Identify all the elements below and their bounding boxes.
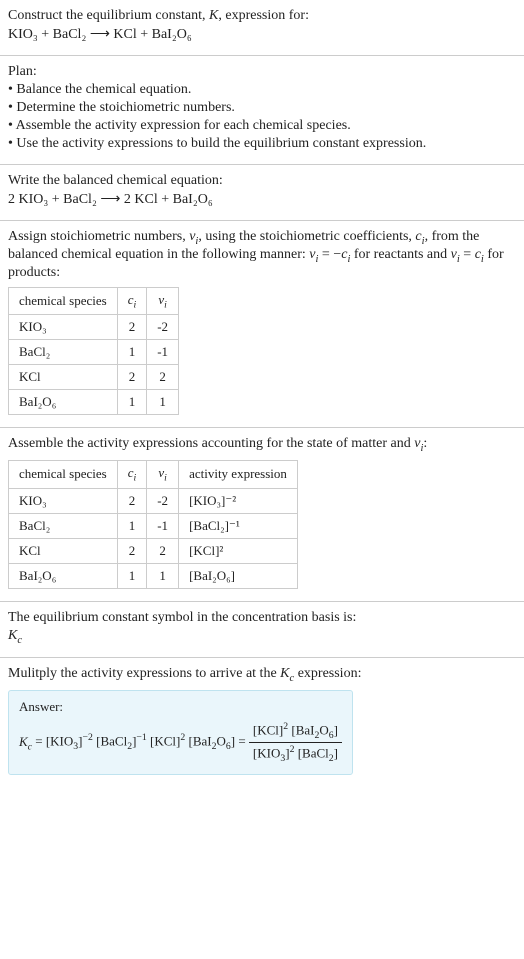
plan-bullet: • Assemble the activity expression for e… (8, 118, 516, 134)
table-row: BaCl₂ 1 -1 (9, 340, 179, 365)
activity-text: Assemble the activity expressions accoun… (8, 436, 516, 454)
table-row: chemical species ci νi (9, 287, 179, 315)
table-row: KIO₃ 2 -2 [KIO₃]⁻² (9, 488, 298, 513)
result-section: Mulitply the activity expressions to arr… (0, 658, 524, 785)
cell-species: BaI₂O₆ (9, 563, 118, 588)
cell-vi: 2 (147, 538, 179, 563)
fraction-denominator: [KIO3]2 [BaCl2] (249, 743, 342, 764)
cell-species: KIO₃ (9, 315, 118, 340)
result-text: Mulitply the activity expressions to arr… (8, 666, 516, 684)
table-row: BaCl₂ 1 -1 [BaCl₂]⁻¹ (9, 513, 298, 538)
prompt-line-1: Construct the equilibrium constant, K, e… (8, 8, 516, 24)
prompt-section: Construct the equilibrium constant, K, e… (0, 0, 524, 55)
table-row: BaI₂O₆ 1 1 [BaI₂O₆] (9, 563, 298, 588)
answer-label: Answer: (19, 699, 342, 715)
answer-box: Answer: Kc = [KIO3]−2 [BaCl2]−1 [KCl]2 [… (8, 690, 353, 775)
cell-ci: 2 (117, 365, 147, 390)
cell-activity: [BaCl₂]⁻¹ (179, 513, 298, 538)
plan-title: Plan: (8, 64, 516, 80)
col-species: chemical species (9, 460, 118, 488)
cell-vi: 1 (147, 390, 179, 415)
cell-species: BaI₂O₆ (9, 390, 118, 415)
table-row: chemical species ci νi activity expressi… (9, 460, 298, 488)
plan-bullet: • Determine the stoichiometric numbers. (8, 100, 516, 116)
table-row: BaI₂O₆ 1 1 (9, 390, 179, 415)
cell-species: KIO₃ (9, 488, 118, 513)
cell-ci: 1 (117, 340, 147, 365)
cell-activity: [KIO₃]⁻² (179, 488, 298, 513)
activity-section: Assemble the activity expressions accoun… (0, 428, 524, 600)
cell-vi: -2 (147, 488, 179, 513)
cell-ci: 2 (117, 315, 147, 340)
cell-vi: -1 (147, 513, 179, 538)
cell-ci: 1 (117, 513, 147, 538)
table-row: KCl 2 2 [KCl]² (9, 538, 298, 563)
cell-species: BaCl₂ (9, 513, 118, 538)
balanced-equation-section: Write the balanced chemical equation: 2 … (0, 165, 524, 220)
cell-species: BaCl₂ (9, 340, 118, 365)
activity-table: chemical species ci νi activity expressi… (8, 460, 298, 589)
answer-fraction: [KCl]2 [BaI2O6] [KIO3]2 [BaCl2] (249, 721, 342, 764)
answer-expression: Kc = [KIO3]−2 [BaCl2]−1 [KCl]2 [BaI2O6] … (19, 721, 342, 764)
col-ci: ci (117, 460, 147, 488)
kc-symbol-text: The equilibrium constant symbol in the c… (8, 610, 516, 626)
cell-vi: -1 (147, 340, 179, 365)
kc-symbol: Kc (8, 628, 516, 646)
cell-ci: 2 (117, 538, 147, 563)
cell-vi: 2 (147, 365, 179, 390)
balanced-heading: Write the balanced chemical equation: (8, 173, 516, 189)
stoichiometric-table: chemical species ci νi KIO₃ 2 -2 BaCl₂ 1… (8, 287, 179, 416)
stoichiometric-section: Assign stoichiometric numbers, νi, using… (0, 221, 524, 427)
fraction-numerator: [KCl]2 [BaI2O6] (249, 721, 342, 743)
cell-ci: 1 (117, 563, 147, 588)
cell-vi: -2 (147, 315, 179, 340)
col-species: chemical species (9, 287, 118, 315)
prompt-equation: KIO₃ + BaCl₂ ⟶ KCl + BaI₂O₆ (8, 26, 516, 43)
cell-activity: [KCl]² (179, 538, 298, 563)
cell-ci: 1 (117, 390, 147, 415)
cell-activity: [BaI₂O₆] (179, 563, 298, 588)
col-vi: νi (147, 287, 179, 315)
cell-vi: 1 (147, 563, 179, 588)
stoichiometric-text: Assign stoichiometric numbers, νi, using… (8, 229, 516, 281)
table-row: KCl 2 2 (9, 365, 179, 390)
plan-bullet: • Use the activity expressions to build … (8, 136, 516, 152)
kc-symbol-section: The equilibrium constant symbol in the c… (0, 602, 524, 658)
plan-section: Plan: • Balance the chemical equation. •… (0, 56, 524, 164)
plan-bullet: • Balance the chemical equation. (8, 82, 516, 98)
col-vi: νi (147, 460, 179, 488)
balanced-equation: 2 KIO₃ + BaCl₂ ⟶ 2 KCl + BaI₂O₆ (8, 191, 516, 208)
col-ci: ci (117, 287, 147, 315)
cell-ci: 2 (117, 488, 147, 513)
cell-species: KCl (9, 538, 118, 563)
col-activity: activity expression (179, 460, 298, 488)
table-row: KIO₃ 2 -2 (9, 315, 179, 340)
cell-species: KCl (9, 365, 118, 390)
